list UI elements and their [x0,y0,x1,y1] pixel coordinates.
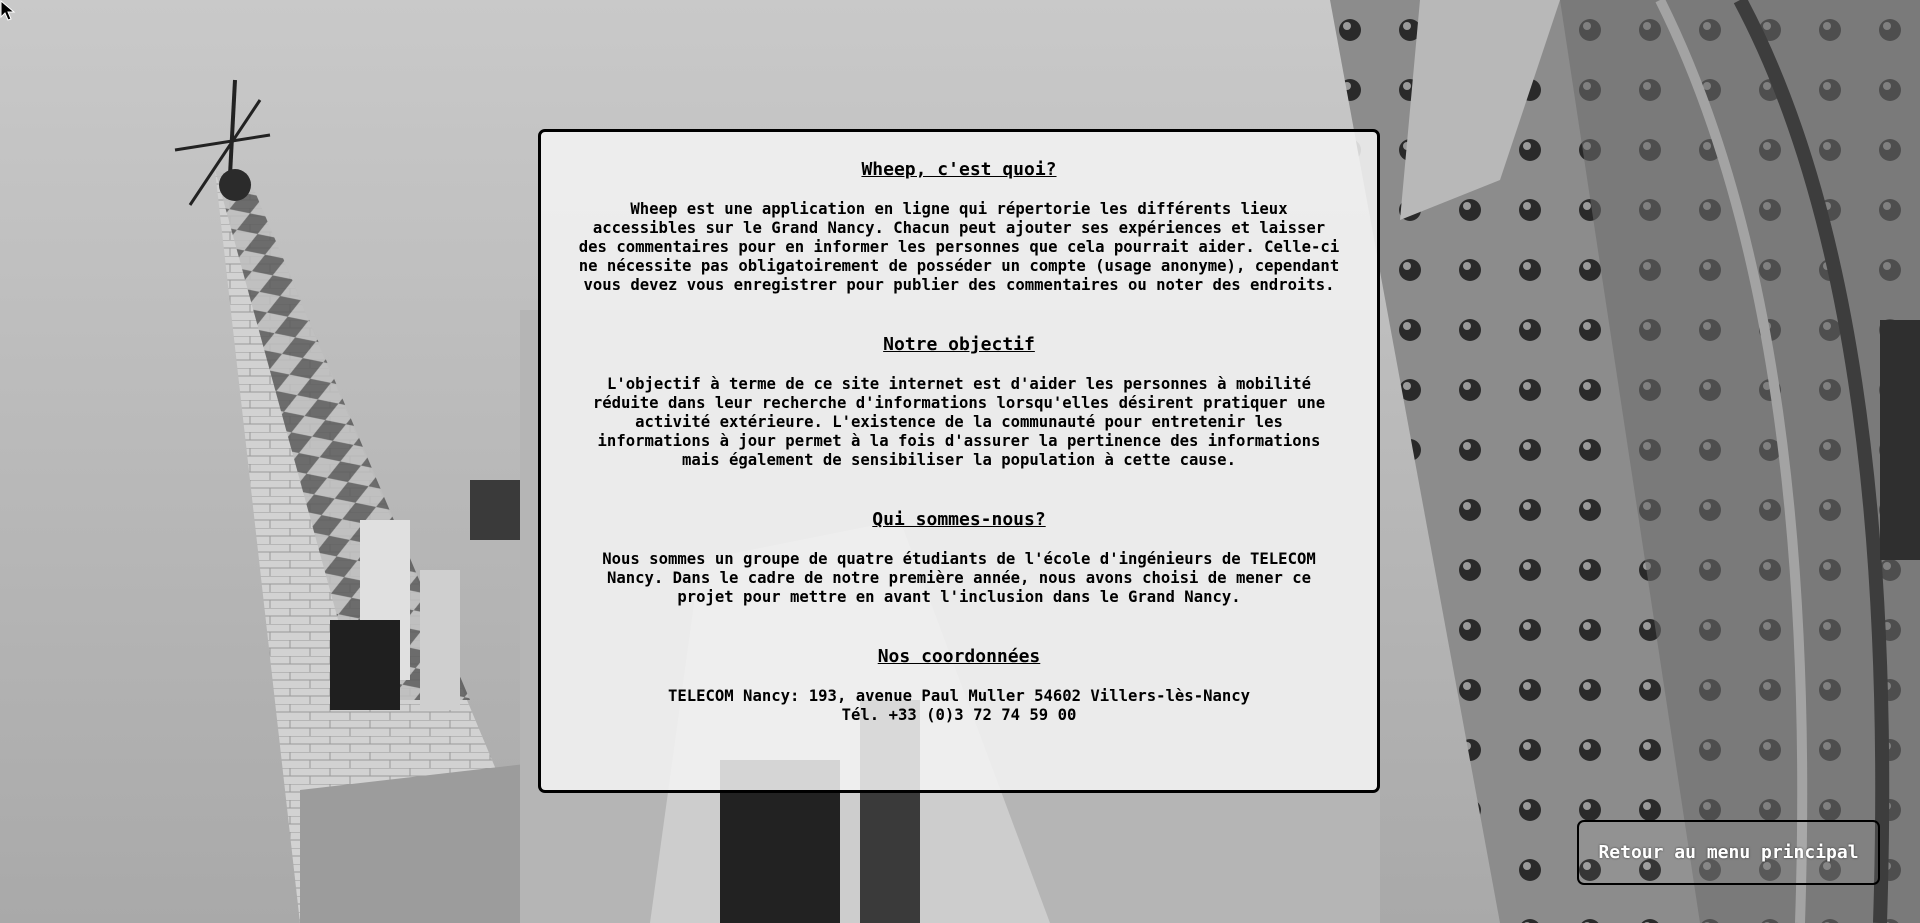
back-to-main-menu-button[interactable]: Retour au menu principal [1577,820,1880,885]
info-panel: Wheep, c'est quoi? Wheep est une applica… [538,129,1380,793]
section-title-contact: Nos coordonnées [877,646,1041,667]
section-text-contact: TELECOM Nancy: 193, avenue Paul Muller 5… [667,687,1251,724]
section-title-about: Wheep, c'est quoi? [861,159,1057,180]
back-button-label: Retour au menu principal [1598,842,1859,863]
section-text-about: Wheep est une application en ligne qui r… [578,200,1340,294]
section-title-objective: Notre objectif [883,334,1035,355]
section-team: Qui sommes-nous? Nous sommes un groupe d… [569,508,1349,607]
section-contact: Nos coordonnées TELECOM Nancy: 193, aven… [569,645,1349,725]
mouse-cursor-icon [0,0,16,21]
section-title-team: Qui sommes-nous? [872,509,1046,530]
section-text-objective: L'objectif à terme de ce site internet e… [592,375,1326,469]
section-objective: Notre objectif L'objectif à terme de ce … [569,333,1349,470]
section-text-team: Nous sommes un groupe de quatre étudiant… [602,550,1316,606]
section-about: Wheep, c'est quoi? Wheep est une applica… [569,158,1349,295]
